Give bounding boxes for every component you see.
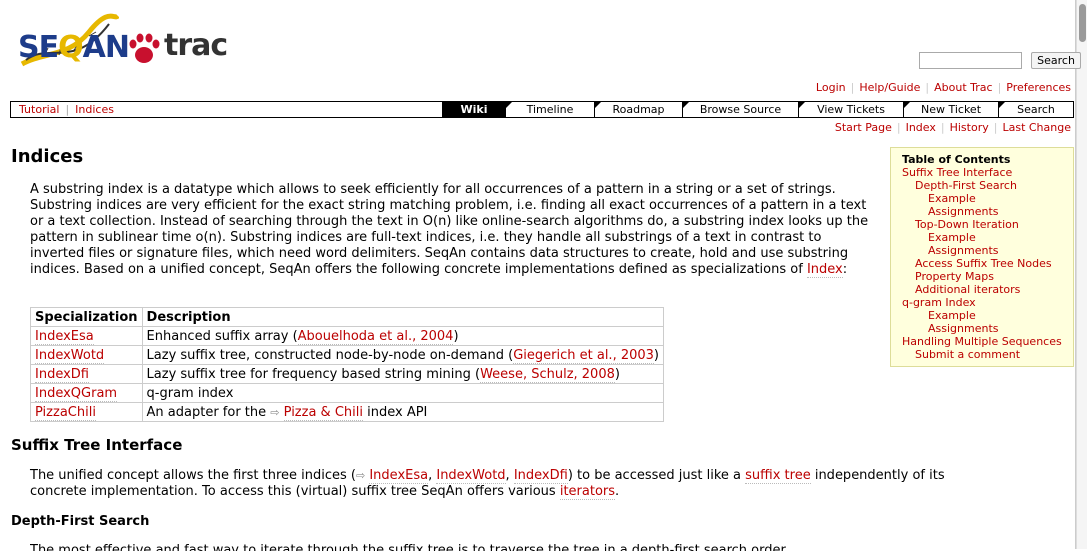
specializations-table: Specialization Description IndexEsa Enha… <box>30 307 665 422</box>
toc-item[interactable]: Assignments <box>902 244 1073 257</box>
pizza-chili-external-link[interactable]: Pizza & Chili <box>283 404 363 421</box>
preferences-link[interactable]: Preferences <box>1006 81 1071 94</box>
column-header-description: Description <box>141 307 665 327</box>
toc-item[interactable]: Example <box>902 309 1073 322</box>
citation-link[interactable]: Weese, Schulz, 2008 <box>480 366 615 383</box>
indices-link[interactable]: Indices <box>75 103 114 116</box>
logo-seqan-text: SEQAN <box>18 30 130 65</box>
start-page-link[interactable]: Start Page <box>835 121 892 134</box>
separator: | <box>925 81 930 94</box>
toc-item[interactable]: Top-Down Iteration <box>902 218 1073 231</box>
separator: | <box>997 81 1002 94</box>
toc-item[interactable]: Handling Multiple Sequences <box>902 335 1073 348</box>
index-esa-link[interactable]: IndexEsa <box>35 328 94 345</box>
tab-roadmap[interactable]: Roadmap <box>594 102 682 117</box>
index-wotd-link[interactable]: IndexWotd <box>35 347 105 364</box>
index-esa-inline-link[interactable]: IndexEsa <box>369 468 429 484</box>
history-link[interactable]: History <box>950 121 989 134</box>
tab-browse-source[interactable]: Browse Source <box>682 102 798 117</box>
depth-first-paragraph: The most effective and fast way to itera… <box>30 543 789 551</box>
index-class-link[interactable]: Index <box>806 262 843 278</box>
table-row: IndexQGram q-gram index <box>30 383 665 403</box>
main-nav: Tutorial | Indices Wiki Timeline Roadmap B… <box>10 101 1074 118</box>
pizza-chili-link[interactable]: PizzaChili <box>35 404 96 421</box>
search-button[interactable]: Search <box>1031 52 1081 69</box>
description-cell: Lazy suffix tree for frequency based str… <box>141 364 665 384</box>
separator: | <box>850 81 855 94</box>
toc-item[interactable]: Assignments <box>902 322 1073 335</box>
suffix-tree-link[interactable]: suffix tree <box>745 468 811 484</box>
table-row: PizzaChili An adapter for the ⇨ Pizza & … <box>30 402 665 422</box>
toc-item[interactable]: Assignments <box>902 205 1073 218</box>
column-header-specialization: Specialization <box>30 307 143 327</box>
tab-new-ticket[interactable]: New Ticket <box>903 102 998 117</box>
description-cell: Lazy suffix tree, constructed node-by-no… <box>141 345 665 365</box>
iterators-link[interactable]: iterators <box>559 484 616 500</box>
description-cell: q-gram index <box>141 383 665 403</box>
separator: | <box>896 121 901 134</box>
scrollbar-thumb[interactable] <box>1079 4 1086 42</box>
meta-nav: Login | Help/Guide | About Trac | Preferences <box>816 81 1071 94</box>
suffix-tree-paragraph: The unified concept allows the first thr… <box>30 468 945 500</box>
toc-item[interactable]: Example <box>902 231 1073 244</box>
help-guide-link[interactable]: Help/Guide <box>859 81 920 94</box>
toc-item[interactable]: Depth-First Search <box>902 179 1073 192</box>
citation-link[interactable]: Giegerich et al., 2003 <box>513 347 654 364</box>
toc-item[interactable]: Submit a comment <box>902 348 1073 361</box>
index-dfi-link[interactable]: IndexDfi <box>35 366 89 383</box>
toc-item[interactable]: Property Maps <box>902 270 1073 283</box>
external-link-icon: ⇨ <box>355 469 366 482</box>
table-row: IndexDfi Lazy suffix tree for frequency … <box>30 364 665 384</box>
seqan-trac-logo[interactable]: SEQAN trac <box>14 12 229 72</box>
section-title-depth-first-search: Depth-First Search <box>11 514 150 529</box>
citation-link[interactable]: Abouelhoda et al., 2004 <box>297 328 454 345</box>
toc-item[interactable]: Additional iterators <box>902 283 1073 296</box>
separator: | <box>993 121 998 134</box>
breadcrumb: Tutorial | Indices <box>19 103 114 116</box>
tab-wiki[interactable]: Wiki <box>442 102 505 117</box>
toc-item[interactable]: q-gram Index <box>902 296 1073 309</box>
about-trac-link[interactable]: About Trac <box>934 81 992 94</box>
toc-item[interactable]: Example <box>902 192 1073 205</box>
separator: | <box>940 121 945 134</box>
logo-trac-text: trac <box>164 28 228 63</box>
table-header-row: Specialization Description <box>30 307 665 327</box>
index-qgram-link[interactable]: IndexQGram <box>35 385 118 402</box>
toc-title: Table of Contents <box>902 153 1011 166</box>
paw-icon <box>129 33 160 63</box>
intro-text-end: : <box>842 262 848 277</box>
intro-paragraph: A substring index is a datatype which al… <box>30 182 875 278</box>
context-nav: Start Page | Index | History | Last Change <box>835 121 1071 134</box>
description-cell: Enhanced suffix array (Abouelhoda et al.… <box>141 326 665 346</box>
toc-item[interactable]: Access Suffix Tree Nodes <box>902 257 1073 270</box>
tutorial-link[interactable]: Tutorial <box>19 103 59 116</box>
vertical-scrollbar[interactable] <box>1076 0 1087 549</box>
toc-item[interactable]: Suffix Tree Interface <box>902 166 1073 179</box>
description-cell: An adapter for the ⇨ Pizza & Chili index… <box>141 402 665 422</box>
section-title-suffix-tree-interface: Suffix Tree Interface <box>11 436 183 454</box>
tab-search[interactable]: Search <box>998 102 1073 117</box>
table-of-contents: Table of Contents Suffix Tree Interface … <box>890 147 1074 367</box>
page-title: Indices <box>11 146 84 167</box>
last-change-link[interactable]: Last Change <box>1002 121 1071 134</box>
intro-text: A substring index is a datatype which al… <box>30 182 869 277</box>
tab-view-tickets[interactable]: View Tickets <box>798 102 903 117</box>
tab-timeline[interactable]: Timeline <box>505 102 594 117</box>
login-link[interactable]: Login <box>816 81 846 94</box>
search-form: Search <box>919 52 1081 69</box>
separator: | <box>65 103 70 116</box>
index-link[interactable]: Index <box>906 121 936 134</box>
index-wotd-inline-link[interactable]: IndexWotd <box>436 468 506 484</box>
table-row: IndexEsa Enhanced suffix array (Abouelho… <box>30 326 665 346</box>
search-input[interactable] <box>919 52 1022 69</box>
table-row: IndexWotd Lazy suffix tree, constructed … <box>30 345 665 365</box>
index-dfi-inline-link[interactable]: IndexDfi <box>513 468 568 484</box>
external-link-icon: ⇨ <box>270 405 280 419</box>
